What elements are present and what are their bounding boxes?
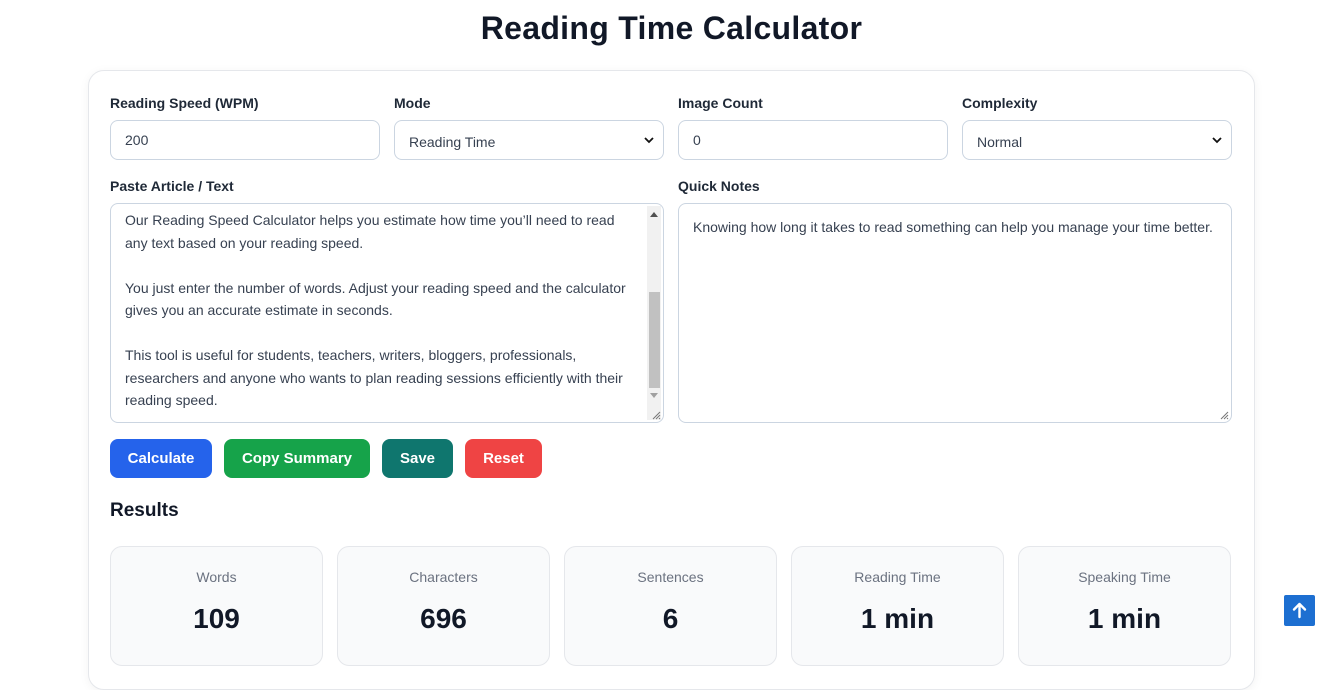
mode-label: Mode bbox=[394, 95, 431, 111]
stat-value: 1 min bbox=[860, 603, 935, 634]
stat-label: Sentences bbox=[637, 569, 704, 585]
save-button[interactable]: Save bbox=[382, 439, 453, 478]
reading-speed-input[interactable]: 200 bbox=[110, 120, 380, 160]
article-scrollbar[interactable] bbox=[647, 206, 661, 420]
stat-label: Characters bbox=[409, 569, 478, 585]
chevron-down-icon bbox=[1212, 137, 1222, 144]
scroll-thumb[interactable] bbox=[649, 292, 660, 388]
chevron-down-icon bbox=[644, 137, 654, 144]
resize-grip-icon[interactable] bbox=[651, 410, 661, 420]
scroll-up-arrow-icon[interactable] bbox=[650, 212, 658, 217]
stat-value: 6 bbox=[662, 603, 679, 634]
notes-textarea[interactable]: Knowing how long it takes to read someth… bbox=[678, 203, 1232, 423]
scroll-to-top-button[interactable] bbox=[1284, 595, 1315, 626]
stat-label: Words bbox=[196, 569, 237, 585]
image-count-input[interactable]: 0 bbox=[678, 120, 948, 160]
stat-card-words: Words 109 bbox=[110, 546, 323, 666]
stat-card-sentences: Sentences 6 bbox=[564, 546, 777, 666]
results-title: Results bbox=[110, 500, 179, 521]
stat-card-characters: Characters 696 bbox=[337, 546, 550, 666]
stat-value: 1 min bbox=[1087, 603, 1162, 634]
reset-button[interactable]: Reset bbox=[465, 439, 542, 478]
stat-card-reading-time: Reading Time 1 min bbox=[791, 546, 1004, 666]
notes-label: Quick Notes bbox=[678, 178, 760, 194]
complexity-select-value: Normal bbox=[977, 134, 1023, 150]
article-textarea[interactable]: Our Reading Speed Calculator helps you e… bbox=[110, 203, 664, 423]
notes-text: Knowing how long it takes to read someth… bbox=[693, 219, 1213, 235]
calculate-button[interactable]: Calculate bbox=[110, 439, 212, 478]
stat-value: 109 bbox=[193, 603, 240, 634]
reading-speed-label: Reading Speed (WPM) bbox=[110, 95, 259, 111]
page-title: Reading Time Calculator bbox=[480, 10, 863, 46]
stat-value: 696 bbox=[420, 603, 467, 634]
complexity-select[interactable]: Normal bbox=[962, 120, 1232, 160]
article-label: Paste Article / Text bbox=[110, 178, 234, 194]
article-text: Our Reading Speed Calculator helps you e… bbox=[125, 212, 626, 408]
copy-summary-button[interactable]: Copy Summary bbox=[224, 439, 370, 478]
resize-grip-icon[interactable] bbox=[1219, 410, 1229, 420]
stat-card-speaking-time: Speaking Time 1 min bbox=[1018, 546, 1231, 666]
arrow-up-icon bbox=[1292, 602, 1307, 619]
image-count-label: Image Count bbox=[678, 95, 763, 111]
mode-select-value: Reading Time bbox=[409, 134, 496, 150]
complexity-label: Complexity bbox=[962, 95, 1038, 111]
scroll-down-arrow-icon[interactable] bbox=[650, 393, 658, 398]
stat-label: Reading Time bbox=[854, 569, 941, 585]
mode-select[interactable]: Reading Time bbox=[394, 120, 664, 160]
stat-label: Speaking Time bbox=[1078, 569, 1171, 585]
